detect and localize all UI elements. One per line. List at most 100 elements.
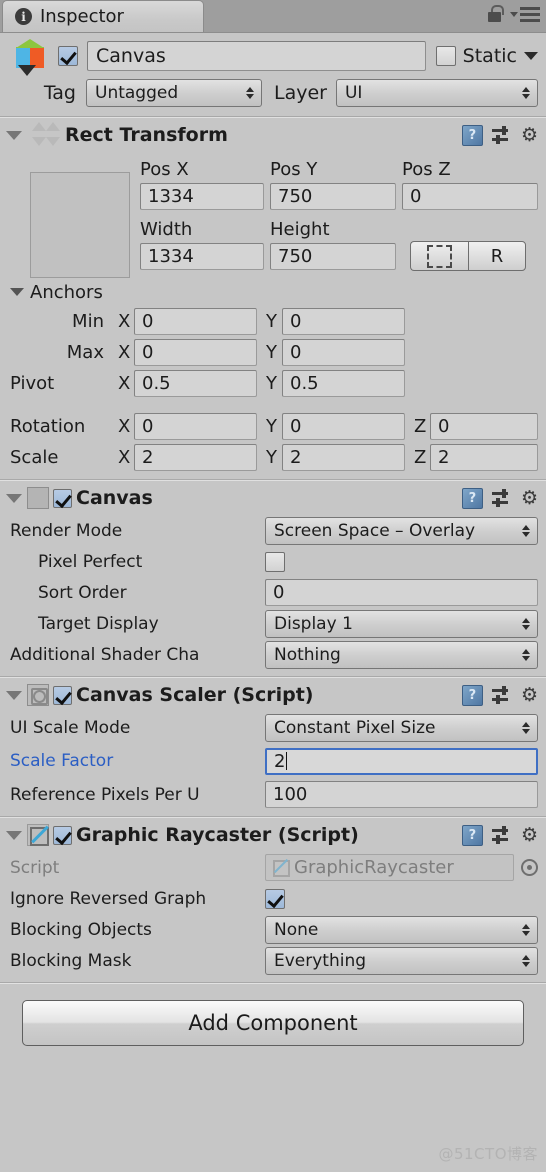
reference-pixels-per-unit-input[interactable]: 100 — [265, 781, 538, 808]
lock-icon[interactable] — [488, 5, 504, 23]
chevron-down-icon[interactable] — [524, 52, 538, 60]
scale-x-input[interactable]: 2 — [134, 444, 257, 471]
canvas-icon — [27, 487, 49, 509]
rotation-row: Rotation X 0 Y 0 Z 0 — [0, 411, 546, 442]
blocking-mask-dropdown[interactable]: Everything — [265, 946, 538, 975]
axis-z-label: Z — [414, 447, 427, 468]
width-input[interactable]: 1334 — [140, 242, 264, 270]
component-header-icons: ? ⚙ — [461, 124, 538, 146]
ui-scale-mode-dropdown[interactable]: Constant Pixel Size — [265, 713, 538, 742]
help-icon[interactable]: ? — [461, 124, 483, 146]
sort-order-input[interactable]: 0 — [265, 579, 538, 606]
pixel-perfect-row: Pixel Perfect — [0, 546, 546, 577]
target-display-dropdown[interactable]: Display 1 — [265, 609, 538, 638]
script-row: Script GraphicRaycaster — [0, 852, 546, 883]
gear-icon[interactable]: ⚙ — [521, 488, 538, 508]
preset-icon[interactable] — [491, 686, 512, 704]
preset-icon[interactable] — [491, 126, 512, 144]
anchor-min-y-input[interactable]: 0 — [282, 308, 405, 335]
gameobject-name-input[interactable]: Canvas — [87, 41, 426, 71]
static-group: Static — [435, 45, 538, 67]
rotation-z-input[interactable]: 0 — [430, 413, 538, 440]
help-icon[interactable]: ? — [461, 487, 483, 509]
graphic-raycaster-header[interactable]: Graphic Raycaster (Script) ? ⚙ — [0, 818, 546, 852]
axis-y-label: Y — [266, 373, 277, 394]
pivot-x-input[interactable]: 0.5 — [134, 370, 257, 397]
blueprint-mode-button[interactable] — [410, 241, 468, 271]
help-icon[interactable]: ? — [461, 684, 483, 706]
pos-y-input[interactable]: 750 — [270, 182, 396, 210]
scale-y-input[interactable]: 2 — [282, 444, 405, 471]
anchors-foldout-row[interactable]: Anchors — [0, 278, 546, 306]
ignore-reversed-graphics-checkbox[interactable] — [265, 888, 285, 909]
pos-z-input[interactable]: 0 — [402, 182, 538, 210]
sort-order-label: Sort Order — [38, 582, 127, 603]
raw-edit-button[interactable]: R — [468, 241, 526, 271]
watermark: @51CTO博客 — [438, 1145, 538, 1163]
canvas-enabled-checkbox[interactable] — [53, 488, 72, 508]
static-checkbox[interactable] — [435, 46, 456, 66]
axis-y-label: Y — [266, 311, 277, 332]
rect-transform-icon — [27, 122, 61, 148]
anchor-max-y-input[interactable]: 0 — [282, 339, 405, 366]
preset-icon[interactable] — [491, 826, 512, 844]
foldout-arrow-icon[interactable] — [10, 288, 24, 296]
pivot-row: Pivot X 0.5 Y 0.5 — [0, 368, 546, 399]
canvas-scaler-enabled-checkbox[interactable] — [53, 685, 72, 705]
anchor-max-row: Max X 0 Y 0 — [0, 337, 546, 368]
rotation-x-input[interactable]: 0 — [134, 413, 257, 440]
pivot-label: Pivot — [10, 373, 55, 394]
component-title: Canvas Scaler (Script) — [76, 684, 314, 706]
pos-y-label: Pos Y — [270, 159, 318, 180]
pos-label-row: Pos X Pos Y Pos Z — [140, 152, 538, 180]
gear-icon[interactable]: ⚙ — [521, 685, 538, 705]
target-display-row: Target Display Display 1 — [0, 608, 546, 639]
scale-z-input[interactable]: 2 — [430, 444, 538, 471]
additional-shader-channels-dropdown[interactable]: Nothing — [265, 640, 538, 669]
axis-x-label: X — [118, 342, 131, 363]
help-icon[interactable]: ? — [461, 824, 483, 846]
blocking-mask-value: Everything — [274, 950, 367, 971]
rotation-y-input[interactable]: 0 — [282, 413, 405, 440]
foldout-arrow-icon[interactable] — [6, 130, 22, 140]
tag-dropdown[interactable]: Untagged — [86, 79, 262, 107]
object-picker-icon[interactable] — [521, 859, 538, 876]
axis-x-label: X — [118, 373, 131, 394]
foldout-arrow-icon[interactable] — [6, 830, 22, 840]
preset-icon[interactable] — [491, 489, 512, 507]
axis-y-label: Y — [266, 416, 277, 437]
foldout-arrow-icon[interactable] — [6, 493, 22, 503]
scale-factor-input[interactable]: 2 — [265, 747, 538, 775]
pos-x-input[interactable]: 1334 — [140, 182, 264, 210]
pivot-y-input[interactable]: 0.5 — [282, 370, 405, 397]
ignore-reversed-graphics-row: Ignore Reversed Graph — [0, 883, 546, 914]
graphic-raycaster-enabled-checkbox[interactable] — [53, 825, 72, 845]
anchor-max-x-input[interactable]: 0 — [134, 339, 257, 366]
blocking-objects-dropdown[interactable]: None — [265, 915, 538, 944]
height-input[interactable]: 750 — [270, 242, 396, 270]
pos-x-label: Pos X — [140, 159, 189, 180]
gameobject-header: Canvas Static Tag Untagged Layer UI — [0, 33, 546, 117]
anchor-min-x-input[interactable]: 0 — [134, 308, 257, 335]
info-icon: i — [15, 8, 32, 25]
rect-transform-header[interactable]: Rect Transform ? ⚙ — [0, 118, 546, 152]
component-header-icons: ? ⚙ — [461, 824, 538, 846]
layer-dropdown[interactable]: UI — [335, 79, 538, 107]
add-component-button[interactable]: Add Component — [22, 1000, 524, 1046]
rotation-label: Rotation — [10, 416, 86, 437]
canvas-scaler-header[interactable]: Canvas Scaler (Script) ? ⚙ — [0, 678, 546, 712]
blocking-objects-label: Blocking Objects — [10, 919, 152, 940]
tab-inspector[interactable]: i Inspector — [2, 0, 204, 32]
gear-icon[interactable]: ⚙ — [521, 125, 538, 145]
anchor-preview-box[interactable] — [30, 172, 130, 278]
canvas-header[interactable]: Canvas ? ⚙ — [0, 481, 546, 515]
gameobject-enabled-checkbox[interactable] — [58, 46, 78, 66]
gear-icon[interactable]: ⚙ — [521, 825, 538, 845]
scale-factor-label: Scale Factor — [10, 751, 114, 771]
hamburger-menu-icon[interactable] — [510, 6, 540, 22]
render-mode-dropdown[interactable]: Screen Space – Overlay — [265, 516, 538, 545]
component-rect-transform: Rect Transform ? ⚙ Pos X Pos Y Pos Z 133… — [0, 117, 546, 480]
foldout-arrow-icon[interactable] — [6, 690, 22, 700]
tag-layer-row: Tag Untagged Layer UI — [8, 78, 538, 108]
pixel-perfect-checkbox[interactable] — [265, 551, 285, 572]
